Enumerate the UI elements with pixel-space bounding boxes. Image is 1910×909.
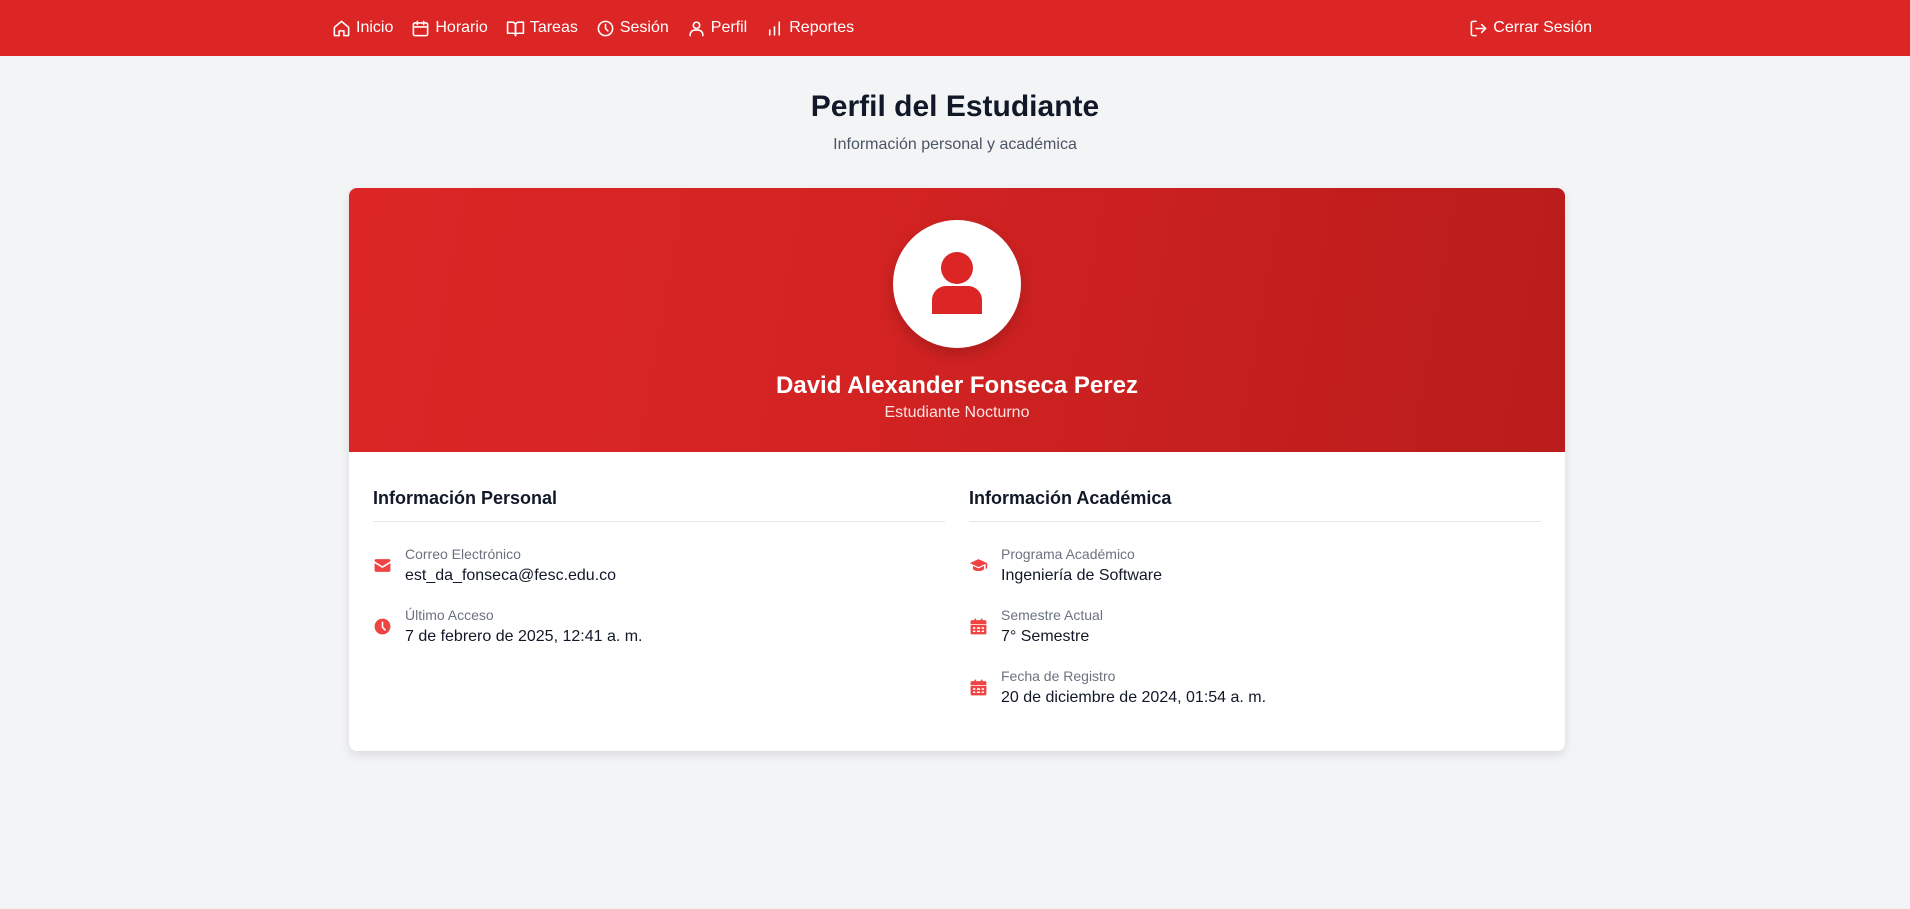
nav-links: Inicio Horario Tareas Sesión Perfil Repo… [332, 19, 854, 38]
info-item-last-access: Último Acceso 7 de febrero de 2025, 12:4… [373, 607, 945, 646]
nav-item-inicio[interactable]: Inicio [332, 19, 393, 38]
logout-label: Cerrar Sesión [1493, 19, 1592, 36]
navbar-inner: Inicio Horario Tareas Sesión Perfil Repo… [332, 19, 1592, 38]
section-title: Información Personal [373, 488, 945, 522]
nav-item-label: Reportes [789, 19, 855, 36]
logout-icon [1470, 20, 1487, 36]
calendar-icon [969, 678, 988, 697]
info-text: Último Acceso 7 de febrero de 2025, 12:4… [405, 607, 643, 646]
info-item-program: Programa Académico Ingeniería de Softwar… [969, 546, 1541, 585]
nav-item-label: Horario [435, 19, 488, 36]
profile-details: Información Personal Correo Electrónico … [349, 452, 1565, 751]
academic-info-section: Información Académica Programa Académico… [969, 488, 1541, 729]
user-avatar-icon [932, 252, 982, 314]
bar-chart-icon [769, 20, 781, 36]
info-list: Correo Electrónico est_da_fonseca@fesc.e… [373, 546, 945, 646]
info-item-registration-date: Fecha de Registro 20 de diciembre de 202… [969, 668, 1541, 707]
user-icon [689, 20, 704, 36]
clock-icon [373, 617, 392, 636]
page-title: Perfil del Estudiante [810, 90, 1100, 123]
envelope-icon [373, 556, 392, 575]
info-label: Correo Electrónico [405, 546, 521, 562]
student-role: Estudiante Nocturno [884, 404, 1030, 421]
nav-item-label: Sesión [619, 19, 669, 36]
info-text: Fecha de Registro 20 de diciembre de 202… [1001, 668, 1266, 707]
info-label: Fecha de Registro [1001, 668, 1116, 684]
personal-info-section: Información Personal Correo Electrónico … [373, 488, 945, 729]
nav-item-sesion[interactable]: Sesión [596, 19, 669, 38]
clock-icon [597, 20, 614, 36]
calendar-icon [412, 20, 429, 36]
info-text: Semestre Actual 7° Semestre [1001, 607, 1103, 646]
info-text: Programa Académico Ingeniería de Softwar… [1001, 546, 1162, 585]
home-icon [333, 20, 350, 36]
info-item-email: Correo Electrónico est_da_fonseca@fesc.e… [373, 546, 945, 585]
student-name: David Alexander Fonseca Perez [776, 372, 1138, 399]
nav-item-horario[interactable]: Horario [411, 19, 488, 38]
graduation-cap-icon [969, 556, 988, 575]
info-label: Último Acceso [405, 607, 494, 623]
nav-item-label: Perfil [710, 19, 748, 36]
nav-item-reportes[interactable]: Reportes [765, 19, 854, 38]
section-title: Información Académica [969, 488, 1541, 522]
info-label: Programa Académico [1001, 546, 1135, 562]
info-item-semester: Semestre Actual 7° Semestre [969, 607, 1541, 646]
info-label: Semestre Actual [1001, 607, 1103, 623]
nav-item-label: Tareas [529, 19, 578, 36]
info-value: 7° Semestre [1001, 628, 1090, 645]
profile-hero: David Alexander Fonseca Perez Estudiante… [349, 188, 1565, 452]
info-value: est_da_fonseca@fesc.edu.co [405, 567, 617, 584]
info-text: Correo Electrónico est_da_fonseca@fesc.e… [405, 546, 616, 585]
book-icon [506, 20, 525, 36]
info-value: 7 de febrero de 2025, 12:41 a. m. [405, 628, 643, 645]
calendar-icon [969, 617, 988, 636]
nav-item-perfil[interactable]: Perfil [687, 19, 747, 38]
profile-card: David Alexander Fonseca Perez Estudiante… [349, 188, 1565, 751]
top-navbar: Inicio Horario Tareas Sesión Perfil Repo… [0, 0, 1910, 56]
avatar [893, 220, 1021, 348]
info-value: 20 de diciembre de 2024, 01:54 a. m. [1001, 689, 1267, 706]
page-header: Perfil del Estudiante Información person… [0, 90, 1910, 154]
info-list: Programa Académico Ingeniería de Softwar… [969, 546, 1541, 707]
nav-item-label: Inicio [356, 19, 394, 36]
logout-button[interactable]: Cerrar Sesión [1469, 19, 1592, 38]
nav-item-tareas[interactable]: Tareas [506, 19, 578, 38]
info-value: Ingeniería de Software [1001, 567, 1162, 584]
page-subtitle: Información personal y académica [833, 136, 1077, 153]
